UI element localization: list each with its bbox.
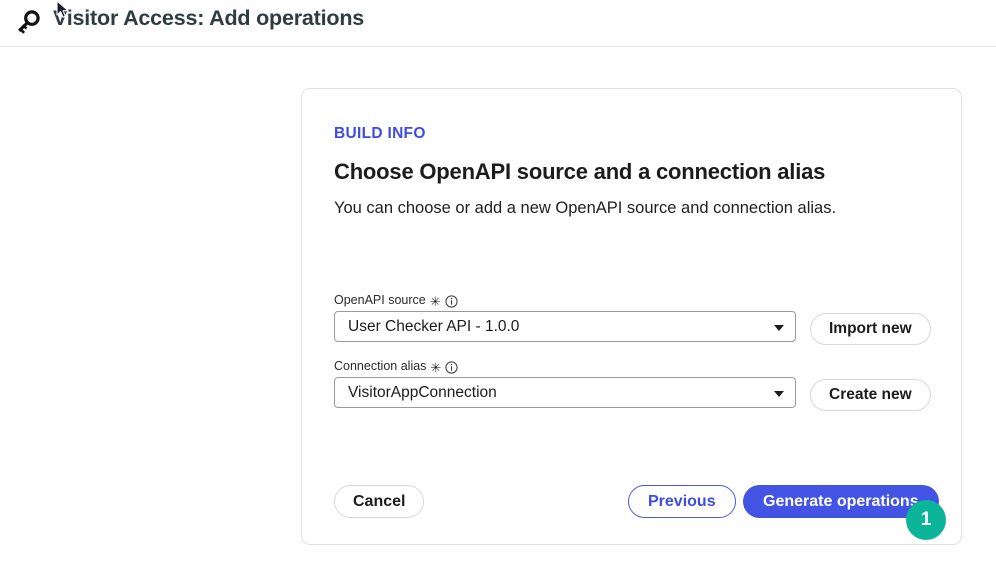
connection-alias-label-text: Connection alias <box>334 359 427 373</box>
card-heading: Choose OpenAPI source and a connection a… <box>334 159 826 184</box>
card-description: You can choose or add a new OpenAPI sour… <box>334 199 837 217</box>
previous-button[interactable]: Previous <box>628 485 736 518</box>
page-title: Visitor Access: Add operations <box>53 6 365 30</box>
import-new-button[interactable]: Import new <box>810 313 931 345</box>
openapi-source-select[interactable]: User Checker API - 1.0.0 <box>334 311 796 342</box>
required-asterisk-icon: ✳ <box>429 293 441 309</box>
required-asterisk-icon: ✳ <box>430 359 442 375</box>
chevron-down-icon <box>774 391 784 397</box>
key-icon <box>12 6 44 38</box>
info-circle-icon[interactable] <box>445 294 458 308</box>
connection-alias-label: Connection alias ✳ <box>334 359 458 375</box>
step-badge: 1 <box>906 500 946 540</box>
openapi-source-label-text: OpenAPI source <box>334 293 426 307</box>
wizard-card: BUILD INFO Choose OpenAPI source and a c… <box>301 88 962 545</box>
cancel-button[interactable]: Cancel <box>334 485 425 518</box>
openapi-source-value: User Checker API - 1.0.0 <box>348 317 520 335</box>
create-new-button[interactable]: Create new <box>810 379 931 411</box>
info-circle-icon[interactable] <box>445 360 458 374</box>
chevron-down-icon <box>774 325 784 331</box>
openapi-source-label: OpenAPI source ✳ <box>334 293 458 309</box>
build-info-eyebrow: BUILD INFO <box>334 125 426 142</box>
connection-alias-value: VisitorAppConnection <box>348 383 497 401</box>
connection-alias-select[interactable]: VisitorAppConnection <box>334 377 796 408</box>
